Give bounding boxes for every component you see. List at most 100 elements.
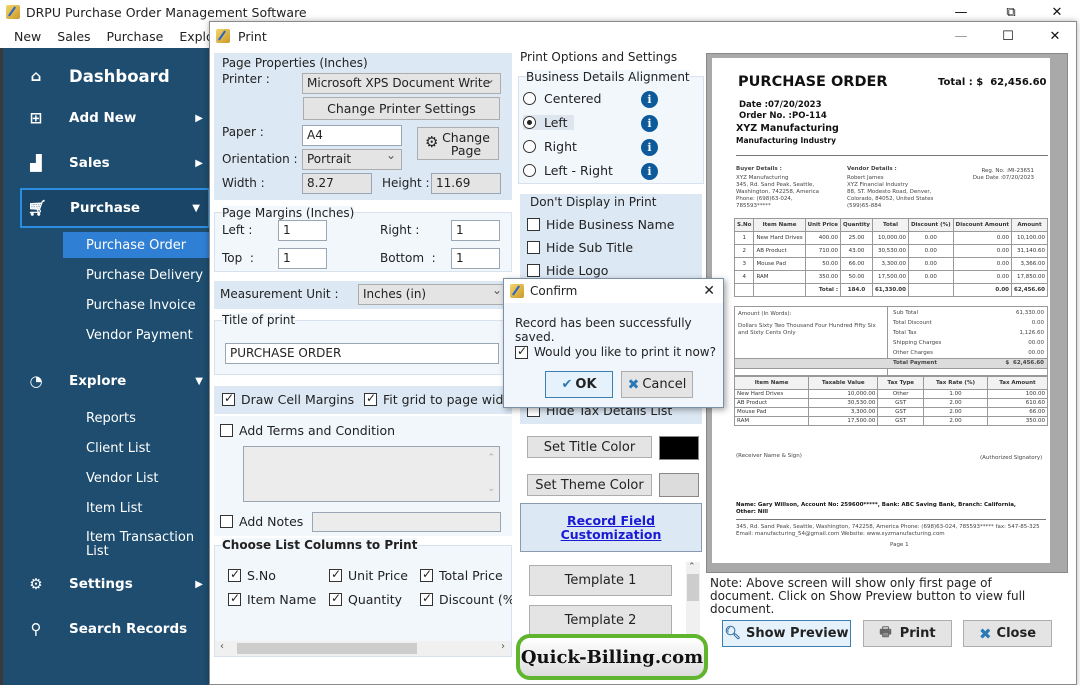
notes-input[interactable] — [312, 512, 501, 532]
column-total-price-checkbox[interactable]: Total Price — [420, 567, 503, 583]
measurement-unit-select[interactable]: Inches (in) — [358, 283, 508, 305]
fit-grid-checkbox[interactable]: Fit grid to page width — [364, 392, 504, 407]
align-left-radio[interactable]: Left — [523, 115, 574, 130]
checkmark-icon: ✔ — [561, 377, 573, 392]
table-cell: 2.00 — [923, 407, 988, 417]
add-notes-checkbox[interactable]: Add Notes — [220, 514, 303, 529]
sidebar-item-search-records[interactable]: ⚲ Search Records — [21, 609, 211, 649]
margin-left-input[interactable]: 1 — [278, 220, 327, 241]
paper-input[interactable]: A4 — [302, 125, 402, 146]
info-icon[interactable]: i — [641, 163, 658, 180]
table-cell: 10,100.00 — [1010, 231, 1049, 245]
margin-top-input[interactable]: 1 — [278, 248, 327, 269]
sidebar-sub-item-transaction-list[interactable]: Item Transaction List — [86, 528, 206, 562]
draw-cell-margins-checkbox[interactable]: Draw Cell Margins — [222, 391, 354, 407]
sidebar-sub-vendor-list[interactable]: Vendor List — [86, 465, 159, 491]
info-icon[interactable]: i — [641, 139, 658, 156]
height-input[interactable]: 11.69 — [431, 173, 501, 194]
scroll-left-icon[interactable]: ‹ — [220, 641, 224, 652]
set-title-color-button[interactable]: Set Title Color — [527, 436, 652, 458]
scrollbar-thumb[interactable] — [687, 574, 699, 601]
confirm-close-button[interactable]: ✕ — [703, 283, 715, 299]
sidebar-sub-vendor-payment[interactable]: Vendor Payment — [86, 322, 193, 348]
sidebar-sub-client-list[interactable]: Client List — [86, 435, 151, 461]
margin-right-input[interactable]: 1 — [451, 220, 500, 241]
column-sno-checkbox[interactable]: S.No — [228, 567, 276, 583]
hide-business-name-checkbox[interactable]: Hide Business Name — [527, 217, 674, 232]
set-theme-color-button[interactable]: Set Theme Color — [527, 474, 652, 496]
sidebar-item-settings[interactable]: ⚙ Settings ▶ — [21, 564, 211, 604]
width-input[interactable]: 8.27 — [302, 173, 372, 194]
info-icon[interactable]: i — [641, 91, 658, 108]
add-terms-checkbox[interactable]: Add Terms and Condition — [220, 423, 395, 438]
sidebar-item-sales[interactable]: ▟ Sales ▶ — [21, 143, 211, 183]
printer-select[interactable]: Microsoft XPS Document Write — [302, 72, 501, 94]
title-of-print-input[interactable]: PURCHASE ORDER — [225, 343, 499, 364]
print-close-button[interactable]: ✕ — [1032, 24, 1078, 48]
print-now-checkbox[interactable]: Would you like to print it now? — [515, 344, 716, 359]
scroll-up-icon[interactable]: ⌃ — [688, 562, 696, 572]
print-minimize-button[interactable]: — — [938, 24, 984, 48]
template-2-button[interactable]: Template 2 — [529, 605, 672, 636]
sidebar-sub-purchase-order[interactable]: Purchase Order — [63, 232, 213, 258]
preview-business-name: XYZ Manufacturing — [736, 123, 839, 134]
sidebar-item-add-new[interactable]: ⊞ Add New ▶ — [21, 98, 211, 138]
confirm-ok-button[interactable]: ✔ OK — [545, 371, 613, 398]
title-color-swatch[interactable] — [659, 436, 699, 460]
chevron-right-icon: ▶ — [195, 578, 203, 590]
record-field-customization-link[interactable]: Record Field Customization — [556, 513, 666, 542]
table-cell: 350.00 — [986, 416, 1049, 426]
print-maximize-button[interactable]: ☐ — [985, 24, 1031, 48]
orientation-select[interactable]: Portrait — [302, 148, 402, 170]
scrollbar-thumb[interactable] — [237, 643, 417, 654]
menu-purchase[interactable]: Purchase — [107, 29, 164, 44]
templates-vertical-scrollbar[interactable]: ⌃ — [686, 562, 700, 642]
column-item-name-checkbox[interactable]: Item Name — [228, 591, 316, 607]
change-page-button[interactable]: ⚙ Change Page — [417, 127, 499, 160]
confirm-cancel-button[interactable]: ✖ Cancel — [621, 371, 693, 398]
app-logo-icon — [216, 29, 230, 43]
table-row: New Hard Drives 10,000.00 Other 1.00 100.00 — [733, 389, 1049, 399]
columns-horizontal-scrollbar[interactable]: ‹ › — [215, 641, 511, 656]
sidebar-item-purchase[interactable]: 🛒︎ Purchase ▼ — [20, 188, 210, 228]
menu-new[interactable]: New — [14, 29, 41, 44]
table-cell: 61,330.00 — [871, 283, 909, 297]
table-cell: Mouse Pad — [733, 407, 810, 417]
sidebar-sub-purchase-delivery[interactable]: Purchase Delivery — [86, 262, 203, 288]
margin-bottom-input[interactable]: 1 — [451, 248, 500, 269]
preview-amount-words-label: Amount (In Words): — [738, 311, 792, 317]
hide-logo-checkbox[interactable]: Hide Logo — [527, 263, 608, 278]
print-options-heading: Print Options and Settings — [520, 50, 682, 64]
sidebar-item-explore[interactable]: ◔ Explore ▼ — [21, 361, 211, 401]
terms-textarea[interactable]: ⌃ ⌄ — [243, 446, 500, 502]
table-cell: 350.00 — [804, 270, 842, 284]
scroll-up-icon[interactable]: ⌃ — [487, 451, 495, 466]
template-1-button[interactable]: Template 1 — [529, 565, 672, 596]
column-quantity-checkbox[interactable]: Quantity — [329, 591, 402, 607]
align-left-right-radio[interactable]: Left - Right — [523, 163, 613, 178]
sidebar-sub-item-list[interactable]: Item List — [86, 495, 142, 521]
table-cell: 0.00 — [952, 244, 1012, 258]
scroll-down-icon[interactable]: ⌄ — [487, 482, 495, 497]
info-icon[interactable]: i — [641, 115, 658, 132]
change-printer-settings-button[interactable]: Change Printer Settings — [303, 97, 500, 120]
menu-sales[interactable]: Sales — [57, 29, 90, 44]
column-unit-price-checkbox[interactable]: Unit Price — [329, 567, 408, 583]
column-discount-checkbox[interactable]: Discount (% — [420, 592, 512, 607]
show-preview-button[interactable]: 🔍︎ Show Preview — [722, 620, 851, 647]
checkbox-checked-icon — [222, 391, 235, 406]
theme-color-swatch[interactable] — [659, 473, 699, 497]
sidebar-sub-purchase-invoice[interactable]: Purchase Invoice — [86, 292, 196, 318]
scroll-right-icon[interactable]: › — [501, 641, 505, 652]
table-cell: GST — [877, 416, 925, 426]
sidebar: ⌂ Dashboard ⊞ Add New ▶ ▟ Sales ▶ 🛒︎ Pur… — [0, 48, 213, 685]
sidebar-sub-reports[interactable]: Reports — [86, 405, 136, 431]
print-button[interactable]: 🖶 Print — [863, 620, 952, 647]
sidebar-item-dashboard[interactable]: ⌂ Dashboard — [21, 56, 211, 96]
preview-divider — [736, 155, 1048, 156]
close-button[interactable]: ✖ Close — [963, 620, 1052, 647]
align-centered-radio[interactable]: Centered — [523, 91, 601, 106]
align-right-radio[interactable]: Right — [523, 139, 577, 154]
hide-sub-title-checkbox[interactable]: Hide Sub Title — [527, 240, 633, 255]
orientation-label: Orientation : — [222, 152, 298, 166]
